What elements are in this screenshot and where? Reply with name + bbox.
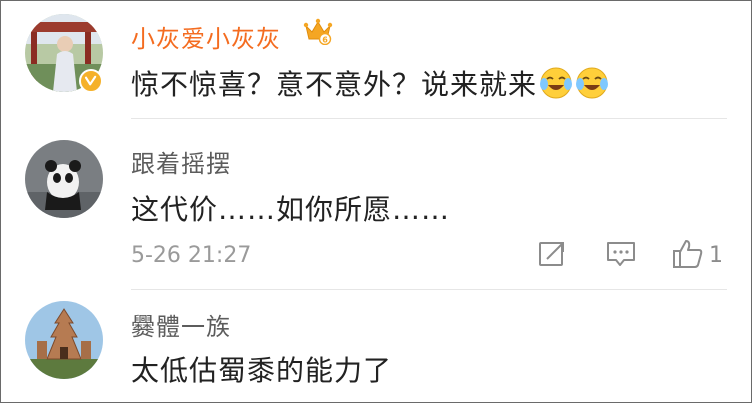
comment-text: 这代价……如你所愿…… [131, 193, 451, 226]
v-badge-icon [84, 75, 97, 86]
forward-icon[interactable] [537, 239, 567, 269]
laugh-cry-icon [575, 66, 609, 100]
comment-username[interactable]: 小灰爱小灰灰 [131, 19, 281, 54]
divider [131, 118, 727, 119]
comment-list: 小灰爱小灰灰 6 惊不惊喜？意不意外？说来就来 跟着摇摆 这代价……如你所愿……… [0, 0, 752, 403]
like-count: 1 [709, 243, 723, 268]
svg-text:6: 6 [322, 36, 328, 45]
timestamp: 5-26 21:27 [131, 243, 252, 268]
avatar[interactable] [25, 140, 103, 218]
verified-badge [79, 69, 103, 93]
comment-text: 太低估蜀黍的能力了 [131, 354, 393, 387]
comment-text-body: 惊不惊喜？意不意外？说来就来 [131, 68, 538, 101]
comment-icon[interactable] [605, 239, 637, 269]
comment-text: 惊不惊喜？意不意外？说来就来 [131, 63, 609, 103]
comment-username[interactable]: 跟着摇摆 [131, 144, 231, 179]
thumbs-up-icon[interactable] [671, 237, 705, 271]
crown-icon: 6 [303, 17, 333, 46]
comment-username[interactable]: 爨體一族 [131, 307, 231, 342]
laugh-cry-icon [539, 66, 573, 100]
avatar[interactable] [25, 301, 103, 379]
divider [131, 289, 727, 290]
